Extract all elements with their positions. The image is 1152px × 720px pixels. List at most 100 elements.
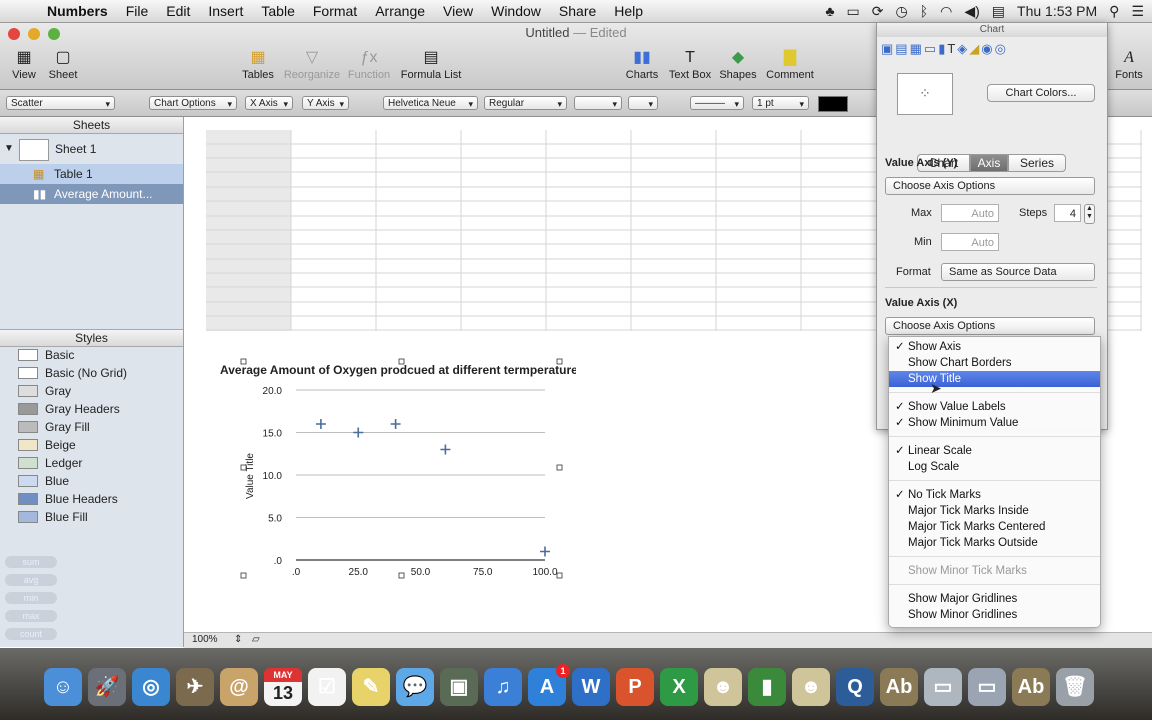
chart-type-select[interactable]: Scatter xyxy=(6,96,115,111)
style-item[interactable]: Gray Headers xyxy=(18,400,120,418)
trash-icon[interactable]: 🗑 xyxy=(1056,668,1094,706)
text-inspector-icon[interactable]: T xyxy=(947,38,955,62)
table-inspector-icon[interactable]: ▦ xyxy=(910,38,922,62)
pages-icon[interactable]: Ab xyxy=(1012,668,1050,706)
menu-app[interactable]: Numbers xyxy=(38,3,117,19)
page-view-icon[interactable]: ▱ xyxy=(252,634,260,645)
sidebar-item-table-1[interactable]: ▦ Table 1 xyxy=(0,164,183,184)
font-size-select[interactable] xyxy=(574,96,622,111)
menu-table[interactable]: Table xyxy=(252,3,303,19)
menu-item-show-chart-borders[interactable]: Show Chart Borders xyxy=(889,355,1100,371)
hyperlink-inspector-icon[interactable]: ◉ xyxy=(981,38,992,62)
iphoto-icon[interactable]: ▣ xyxy=(440,668,478,706)
selection-handle[interactable] xyxy=(240,464,247,471)
menu-item-show-minor-gridlines[interactable]: Show Minor Gridlines xyxy=(889,607,1100,623)
menu-file[interactable]: File xyxy=(117,3,158,19)
contacts-icon[interactable]: ☻ xyxy=(704,668,742,706)
tab-axis[interactable]: Axis xyxy=(970,154,1008,172)
text-color-well[interactable] xyxy=(628,96,658,111)
evernote-icon[interactable]: ♣ xyxy=(825,3,834,19)
chart-inspector-icon[interactable]: ▮ xyxy=(938,38,945,62)
data-point[interactable] xyxy=(540,546,550,557)
stroke-width-select[interactable]: 1 pt xyxy=(752,96,809,111)
safari-icon[interactable]: ◎ xyxy=(132,668,170,706)
wifi-icon[interactable]: ◠ xyxy=(940,3,952,20)
menu-window[interactable]: Window xyxy=(482,3,550,19)
view-button[interactable]: ▦ View xyxy=(8,49,40,81)
flag-icon[interactable]: ▤ xyxy=(992,3,1005,20)
messages-icon[interactable]: 💬 xyxy=(396,668,434,706)
sync-icon[interactable]: ⟳ xyxy=(872,3,884,20)
comment-button[interactable]: ▇ Comment xyxy=(764,49,816,81)
sheet-inspector-icon[interactable]: ▤ xyxy=(895,38,907,62)
quicktime-inspector-icon[interactable]: ◎ xyxy=(995,38,1006,62)
chart-type-thumbnail[interactable]: ⁘ xyxy=(897,73,953,115)
tab-series[interactable]: Series xyxy=(1008,154,1066,172)
selection-handle[interactable] xyxy=(556,358,563,365)
formula-list-button[interactable]: ▤ Formula List xyxy=(398,49,464,81)
calendar-icon[interactable]: MAY 13 xyxy=(264,668,302,706)
menubar-clock[interactable]: Thu 1:53 PM xyxy=(1017,3,1097,19)
menu-item-no-tick-marks[interactable]: No Tick Marks xyxy=(889,487,1100,503)
textedit-icon[interactable]: Ab xyxy=(880,668,918,706)
tables-button[interactable]: ▦ Tables xyxy=(238,49,278,81)
menu-item-log-scale[interactable]: Log Scale xyxy=(889,459,1100,475)
y-axis-title[interactable]: Value Title xyxy=(245,453,256,499)
text-box-button[interactable]: T Text Box xyxy=(666,49,714,81)
mail-icon[interactable]: @ xyxy=(220,668,258,706)
sheet-button[interactable]: ▢ Sheet xyxy=(46,49,80,81)
charts-button[interactable]: ▮▮ Charts xyxy=(624,49,660,81)
menu-item-show-value-labels[interactable]: Show Value Labels xyxy=(889,399,1100,415)
reorganize-button[interactable]: ▽ Reorganize xyxy=(282,49,342,81)
x-axis-select[interactable]: X Axis xyxy=(245,96,293,111)
style-item[interactable]: Blue xyxy=(18,472,69,490)
stroke-color-well[interactable] xyxy=(818,96,848,112)
max-field[interactable]: Auto xyxy=(941,204,999,222)
fonts-button[interactable]: A Fonts xyxy=(1112,49,1146,81)
itunes-icon[interactable]: ♫ xyxy=(484,668,522,706)
chart-options-select[interactable]: Chart Options xyxy=(149,96,237,111)
menu-item-major-tick-marks-outside[interactable]: Major Tick Marks Outside xyxy=(889,535,1100,551)
selection-handle[interactable] xyxy=(556,464,563,471)
powerpoint-icon[interactable]: P xyxy=(616,668,654,706)
cell-format-inspector-icon[interactable]: ▭ xyxy=(924,38,936,62)
menu-item-major-tick-marks-inside[interactable]: Major Tick Marks Inside xyxy=(889,503,1100,519)
style-item[interactable]: Ledger xyxy=(18,454,82,472)
finder-icon[interactable]: ☺ xyxy=(44,668,82,706)
menu-item-linear-scale[interactable]: Linear Scale xyxy=(889,443,1100,459)
menu-arrange[interactable]: Arrange xyxy=(366,3,434,19)
keynote-icon[interactable]: ☻ xyxy=(792,668,830,706)
chart-colors-button[interactable]: Chart Colors... xyxy=(987,84,1095,102)
zoom-stepper-icon[interactable]: ⇕ xyxy=(234,634,242,645)
spotlight-icon[interactable]: ⚲ xyxy=(1109,3,1119,20)
style-item[interactable]: Basic xyxy=(18,346,74,364)
style-item[interactable]: Gray Fill xyxy=(18,418,90,436)
style-item[interactable]: Gray xyxy=(18,382,71,400)
disclosure-triangle-icon[interactable]: ▼ xyxy=(4,137,14,161)
zoom-select[interactable]: 100% xyxy=(192,634,218,645)
style-item[interactable]: Basic (No Grid) xyxy=(18,364,127,382)
sidebar-item-sheet-1[interactable]: ▼ Sheet 1 xyxy=(0,137,183,161)
notification-center-icon[interactable]: ☰ xyxy=(1131,3,1144,20)
style-item[interactable]: Blue Fill xyxy=(18,508,88,526)
volume-icon[interactable]: ◀) xyxy=(964,3,979,20)
format-popup[interactable]: Same as Source Data xyxy=(941,263,1095,281)
sidebar-item-chart[interactable]: ▮▮ Average Amount... xyxy=(0,184,183,204)
documents-folder-icon[interactable]: ▭ xyxy=(924,668,962,706)
font-family-select[interactable]: Helvetica Neue xyxy=(383,96,478,111)
preview-icon[interactable]: ✈ xyxy=(176,668,214,706)
stickies-icon[interactable]: ✎ xyxy=(352,668,390,706)
data-point[interactable] xyxy=(440,444,451,455)
reminders-icon[interactable]: ☑ xyxy=(308,668,346,706)
airplay-icon[interactable]: ▭ xyxy=(847,3,860,20)
data-point[interactable] xyxy=(353,427,364,438)
x-axis-options-popup[interactable]: Choose Axis Options xyxy=(885,317,1095,335)
menu-item-show-minimum-value[interactable]: Show Minimum Value xyxy=(889,415,1100,431)
menu-item-show-major-gridlines[interactable]: Show Major Gridlines xyxy=(889,591,1100,607)
y-axis-select[interactable]: Y Axis xyxy=(302,96,349,111)
menu-help[interactable]: Help xyxy=(605,3,652,19)
line-style-select[interactable]: ——— xyxy=(690,96,744,111)
chart-title[interactable]: Average Amount of Oxygen prodcued at dif… xyxy=(220,363,576,377)
selection-handle[interactable] xyxy=(240,358,247,365)
app-store-icon[interactable]: A1 xyxy=(528,664,570,706)
